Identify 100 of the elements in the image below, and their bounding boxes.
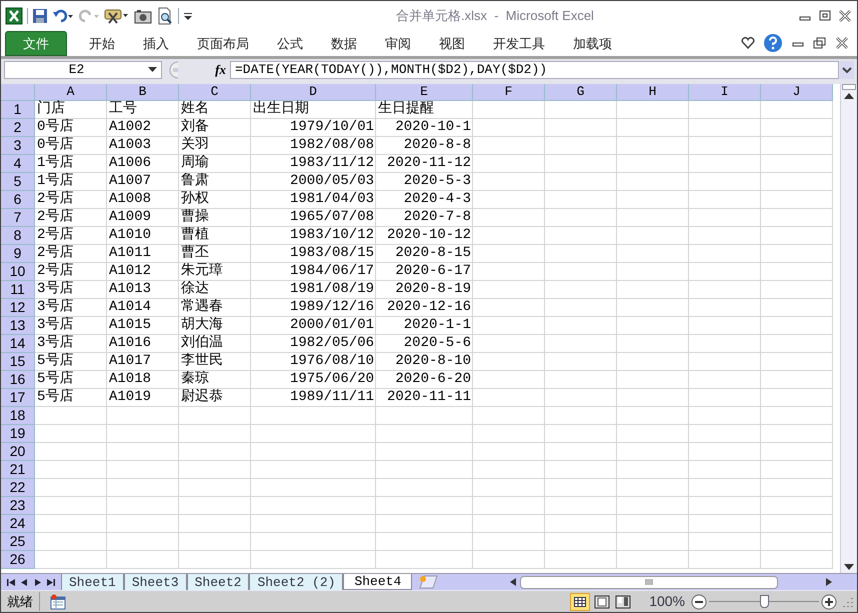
normal-view-button[interactable]	[570, 592, 590, 610]
ribbon-tab[interactable]: 插入	[129, 31, 183, 56]
page-layout-icon[interactable]	[594, 594, 610, 608]
column-header[interactable]: H	[617, 84, 689, 101]
dropdown-arrow-icon[interactable]	[148, 66, 157, 72]
table-cell: 1981/04/03	[290, 191, 374, 207]
ribbon-tab[interactable]: 开始	[75, 31, 129, 56]
row-header[interactable]: 22	[1, 479, 35, 497]
row-header[interactable]: 14	[1, 335, 35, 353]
table-cell: 1983/10/12	[290, 227, 374, 243]
table-cell: 1982/08/08	[290, 137, 374, 153]
heart-icon[interactable]	[741, 37, 755, 49]
column-header[interactable]: A	[35, 84, 107, 101]
row-header[interactable]: 24	[1, 515, 35, 533]
page-break-icon[interactable]	[615, 594, 632, 608]
sheet-tab[interactable]: Sheet3	[124, 574, 187, 590]
row-header[interactable]: 20	[1, 443, 35, 461]
row-header[interactable]: 21	[1, 461, 35, 479]
table-cell: 2020-4-3	[404, 191, 471, 207]
formula-field[interactable]: =DATE(YEAR(TODAY()),MONTH($D2),DAY($D2))	[230, 60, 839, 78]
zoom-level[interactable]: 100%	[649, 591, 685, 612]
row-header[interactable]: 6	[1, 191, 35, 209]
help-icon[interactable]	[763, 33, 783, 53]
column-header[interactable]: C	[179, 84, 251, 101]
column-header[interactable]: J	[761, 84, 833, 101]
print-preview-icon[interactable]	[156, 6, 174, 24]
table-cell: A1007	[109, 173, 152, 189]
row-header[interactable]: 10	[1, 263, 35, 281]
close-icon[interactable]	[835, 37, 849, 49]
tools-icon[interactable]	[104, 6, 130, 24]
ribbon-tab[interactable]: 公式	[263, 31, 317, 56]
column-header[interactable]: F	[473, 84, 545, 101]
restore-icon[interactable]	[813, 37, 827, 49]
table-cell: 李世民	[181, 353, 223, 369]
name-box[interactable]: E2	[4, 60, 162, 78]
undo-icon[interactable]	[52, 8, 74, 24]
table-cell: 秦琼	[181, 371, 209, 387]
row-header[interactable]: 8	[1, 227, 35, 245]
table-cell: 2020-8-8	[404, 137, 471, 153]
sheet-tab[interactable]: Sheet4	[343, 574, 412, 590]
row-header[interactable]: 9	[1, 245, 35, 263]
column-header[interactable]: G	[545, 84, 617, 101]
expand-formula-bar-icon[interactable]	[840, 60, 854, 78]
row-header[interactable]: 4	[1, 155, 35, 173]
column-header[interactable]: D	[251, 84, 376, 101]
table-cell: 姓名	[181, 101, 209, 117]
zoom-slider-thumb[interactable]	[760, 594, 768, 608]
restore-icon[interactable]	[817, 10, 833, 22]
save-icon[interactable]	[32, 8, 48, 24]
row-header[interactable]: 1	[1, 101, 35, 119]
ribbon-tab[interactable]: 开发工具	[479, 31, 559, 56]
row-header[interactable]: 26	[1, 551, 35, 569]
table-cell: 生日提醒	[378, 101, 434, 117]
last-sheet-icon[interactable]	[46, 578, 55, 586]
sheet-tab[interactable]: Sheet2 (2)	[249, 574, 344, 590]
table-cell: 2020-10-1	[395, 119, 471, 135]
table-cell: 1982/05/06	[290, 335, 374, 351]
first-sheet-icon[interactable]	[7, 578, 16, 586]
row-header[interactable]: 11	[1, 281, 35, 299]
table-cell: 1号店	[37, 155, 74, 171]
split-handle[interactable]	[842, 84, 856, 90]
prev-sheet-icon[interactable]	[20, 578, 29, 586]
row-header[interactable]: 15	[1, 353, 35, 371]
vertical-scrollbar[interactable]	[840, 84, 857, 573]
ribbon-tab[interactable]: 审阅	[371, 31, 425, 56]
ribbon-tab[interactable]: 加载项	[559, 31, 626, 56]
zoom-in-icon[interactable]	[821, 594, 837, 610]
resize-grip-icon[interactable]	[843, 596, 853, 606]
insert-function-button[interactable]: fx	[215, 60, 226, 80]
camera-icon[interactable]	[134, 8, 152, 24]
column-header[interactable]: I	[689, 84, 761, 101]
row-header[interactable]: 16	[1, 371, 35, 389]
row-header[interactable]: 5	[1, 173, 35, 191]
row-header[interactable]: 2	[1, 119, 35, 137]
ribbon-tab[interactable]: 页面布局	[183, 31, 263, 56]
zoom-slider[interactable]	[709, 594, 819, 608]
row-header[interactable]: 17	[1, 389, 35, 407]
table-cell: 曹操	[181, 209, 209, 225]
row-header[interactable]: 12	[1, 299, 35, 317]
ribbon-tab[interactable]: 数据	[317, 31, 371, 56]
table-cell: 1975/06/20	[290, 371, 374, 387]
next-sheet-icon[interactable]	[33, 578, 42, 586]
row-header[interactable]: 18	[1, 407, 35, 425]
sheet-tab[interactable]: Sheet1	[61, 574, 124, 590]
ribbon-tab[interactable]: 视图	[425, 31, 479, 56]
row-header[interactable]: 25	[1, 533, 35, 551]
zoom-out-icon[interactable]	[691, 594, 707, 610]
close-icon[interactable]	[837, 10, 853, 22]
ribbon-tab[interactable]: 文件	[5, 31, 67, 56]
row-header[interactable]: 7	[1, 209, 35, 227]
column-header[interactable]: B	[107, 84, 179, 101]
table-cell: A1002	[109, 119, 152, 135]
row-header[interactable]: 3	[1, 137, 35, 155]
row-header[interactable]: 13	[1, 317, 35, 335]
row-header[interactable]: 23	[1, 497, 35, 515]
excel-logo-icon[interactable]	[5, 6, 23, 24]
column-header[interactable]: E	[376, 84, 473, 101]
row-header[interactable]: 19	[1, 425, 35, 443]
sheet-tab[interactable]: Sheet2	[186, 574, 250, 590]
macro-record-icon[interactable]	[50, 594, 66, 610]
